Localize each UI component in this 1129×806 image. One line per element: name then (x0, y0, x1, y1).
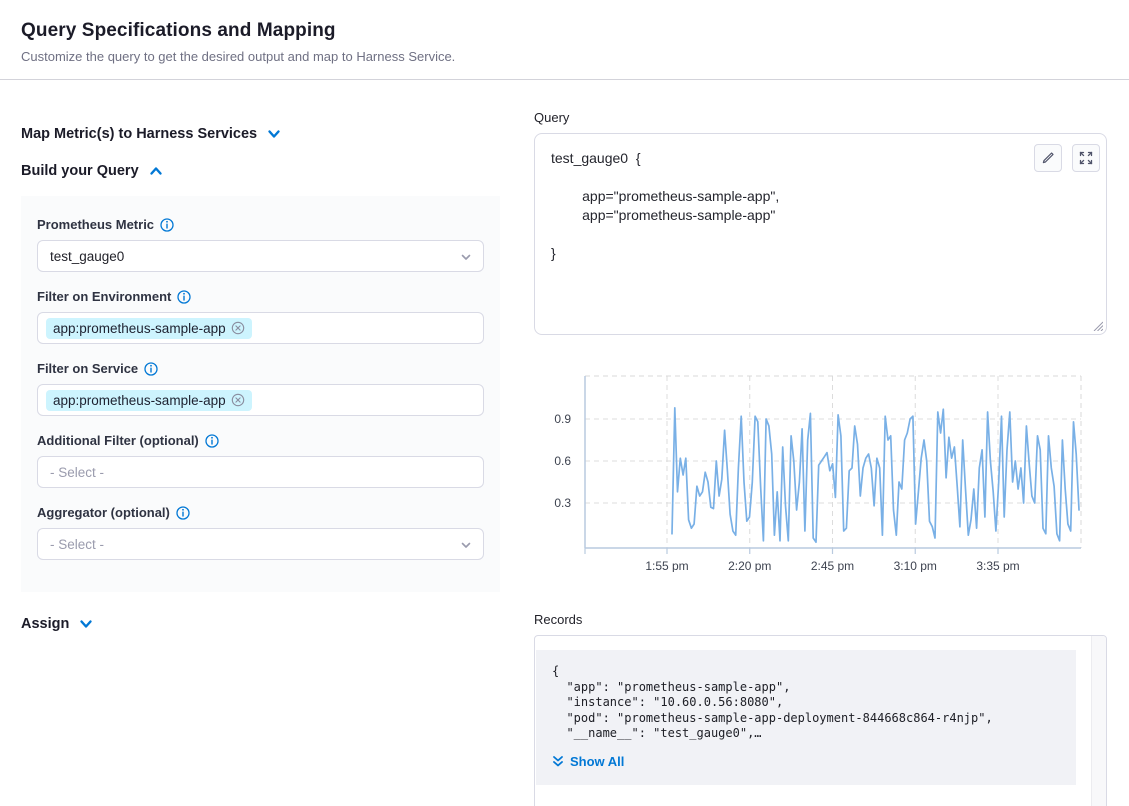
line-chart: 1:55 pm 2:20 pm 2:45 pm 3:10 pm 3:35 pm 0.3 0.… (534, 372, 1090, 572)
info-icon[interactable] (177, 290, 191, 304)
query-preview-column: Query test_gauge0 { app="prometheus-samp… (534, 80, 1107, 806)
field-filter-environment: Filter on Environment app:prometheus-sam… (37, 289, 484, 344)
double-chevron-down-icon (552, 755, 564, 768)
chevron-down-icon (79, 617, 93, 631)
show-all-link[interactable]: Show All (552, 754, 624, 769)
metric-preview-chart: 1:55 pm 2:20 pm 2:45 pm 3:10 pm 3:35 pm 0.3 0.… (534, 372, 1107, 577)
section-build-query-label: Build your Query (21, 163, 139, 179)
filter-service-input[interactable]: app:prometheus-sample-app (37, 384, 484, 416)
section-build-query-toggle[interactable]: Build your Query (21, 163, 500, 179)
pencil-icon (1041, 151, 1055, 165)
filter-tag-label: app:prometheus-sample-app (53, 321, 226, 336)
records-panel: { "app": "prometheus-sample-app", "insta… (534, 635, 1107, 806)
svg-text:2:20 pm: 2:20 pm (728, 559, 771, 572)
svg-text:0.3: 0.3 (554, 496, 571, 510)
section-assign-toggle[interactable]: Assign (21, 616, 500, 632)
section-assign-label: Assign (21, 616, 69, 632)
filter-tag-label: app:prometheus-sample-app (53, 393, 226, 408)
chevron-up-icon (149, 164, 163, 178)
filter-tag: app:prometheus-sample-app (46, 318, 252, 339)
aggregator-placeholder: - Select - (50, 537, 104, 552)
edit-query-button[interactable] (1034, 144, 1062, 172)
svg-text:3:35 pm: 3:35 pm (976, 559, 1019, 572)
chevron-down-icon (459, 250, 473, 264)
field-filter-service: Filter on Service app:prometheus-sample-… (37, 361, 484, 416)
additional-filter-label: Additional Filter (optional) (37, 433, 199, 448)
expand-icon (1079, 151, 1093, 165)
info-icon[interactable] (160, 218, 174, 232)
field-prometheus-metric: Prometheus Metric test_gauge0 (37, 217, 484, 272)
resize-handle-icon[interactable] (1093, 321, 1103, 331)
svg-text:3:10 pm: 3:10 pm (894, 559, 937, 572)
expand-query-button[interactable] (1072, 144, 1100, 172)
record-json: { "app": "prometheus-sample-app", "insta… (552, 664, 1064, 742)
prometheus-metric-select[interactable]: test_gauge0 (37, 240, 484, 272)
section-map-metric-label: Map Metric(s) to Harness Services (21, 126, 257, 142)
page-title: Query Specifications and Mapping (21, 20, 1108, 42)
page-header: Query Specifications and Mapping Customi… (0, 0, 1129, 80)
prometheus-metric-label: Prometheus Metric (37, 217, 154, 232)
svg-text:0.6: 0.6 (554, 454, 571, 468)
info-icon[interactable] (176, 506, 190, 520)
query-code[interactable]: test_gauge0 { app="prometheus-sample-app… (535, 134, 1106, 278)
records-scrollbar[interactable] (1091, 636, 1106, 806)
filter-service-label: Filter on Service (37, 361, 138, 376)
prometheus-metric-value: test_gauge0 (50, 249, 124, 264)
query-section-label: Query (534, 110, 1107, 125)
section-map-metric-toggle[interactable]: Map Metric(s) to Harness Services (21, 126, 500, 142)
filter-environment-label: Filter on Environment (37, 289, 171, 304)
info-icon[interactable] (205, 434, 219, 448)
query-editor: test_gauge0 { app="prometheus-sample-app… (534, 133, 1107, 335)
svg-text:0.9: 0.9 (554, 412, 571, 426)
svg-text:1:55 pm: 1:55 pm (645, 559, 688, 572)
info-icon[interactable] (144, 362, 158, 376)
page-subtitle: Customize the query to get the desired o… (21, 49, 1108, 64)
records-section-label: Records (534, 612, 1107, 627)
aggregator-label: Aggregator (optional) (37, 505, 170, 520)
field-aggregator: Aggregator (optional) - Select - (37, 505, 484, 560)
record-item: { "app": "prometheus-sample-app", "insta… (536, 650, 1076, 785)
field-additional-filter: Additional Filter (optional) - Select - (37, 433, 484, 488)
additional-filter-placeholder: - Select - (50, 465, 104, 480)
query-builder-column: Map Metric(s) to Harness Services Build … (21, 80, 500, 806)
remove-tag-icon[interactable] (231, 393, 245, 407)
remove-tag-icon[interactable] (231, 321, 245, 335)
build-query-panel: Prometheus Metric test_gauge0 Fil (21, 196, 500, 592)
svg-text:2:45 pm: 2:45 pm (811, 559, 854, 572)
filter-environment-input[interactable]: app:prometheus-sample-app (37, 312, 484, 344)
aggregator-select[interactable]: - Select - (37, 528, 484, 560)
chevron-down-icon (267, 127, 281, 141)
show-all-label: Show All (570, 754, 624, 769)
additional-filter-select[interactable]: - Select - (37, 456, 484, 488)
chevron-down-icon (459, 538, 473, 552)
filter-tag: app:prometheus-sample-app (46, 390, 252, 411)
